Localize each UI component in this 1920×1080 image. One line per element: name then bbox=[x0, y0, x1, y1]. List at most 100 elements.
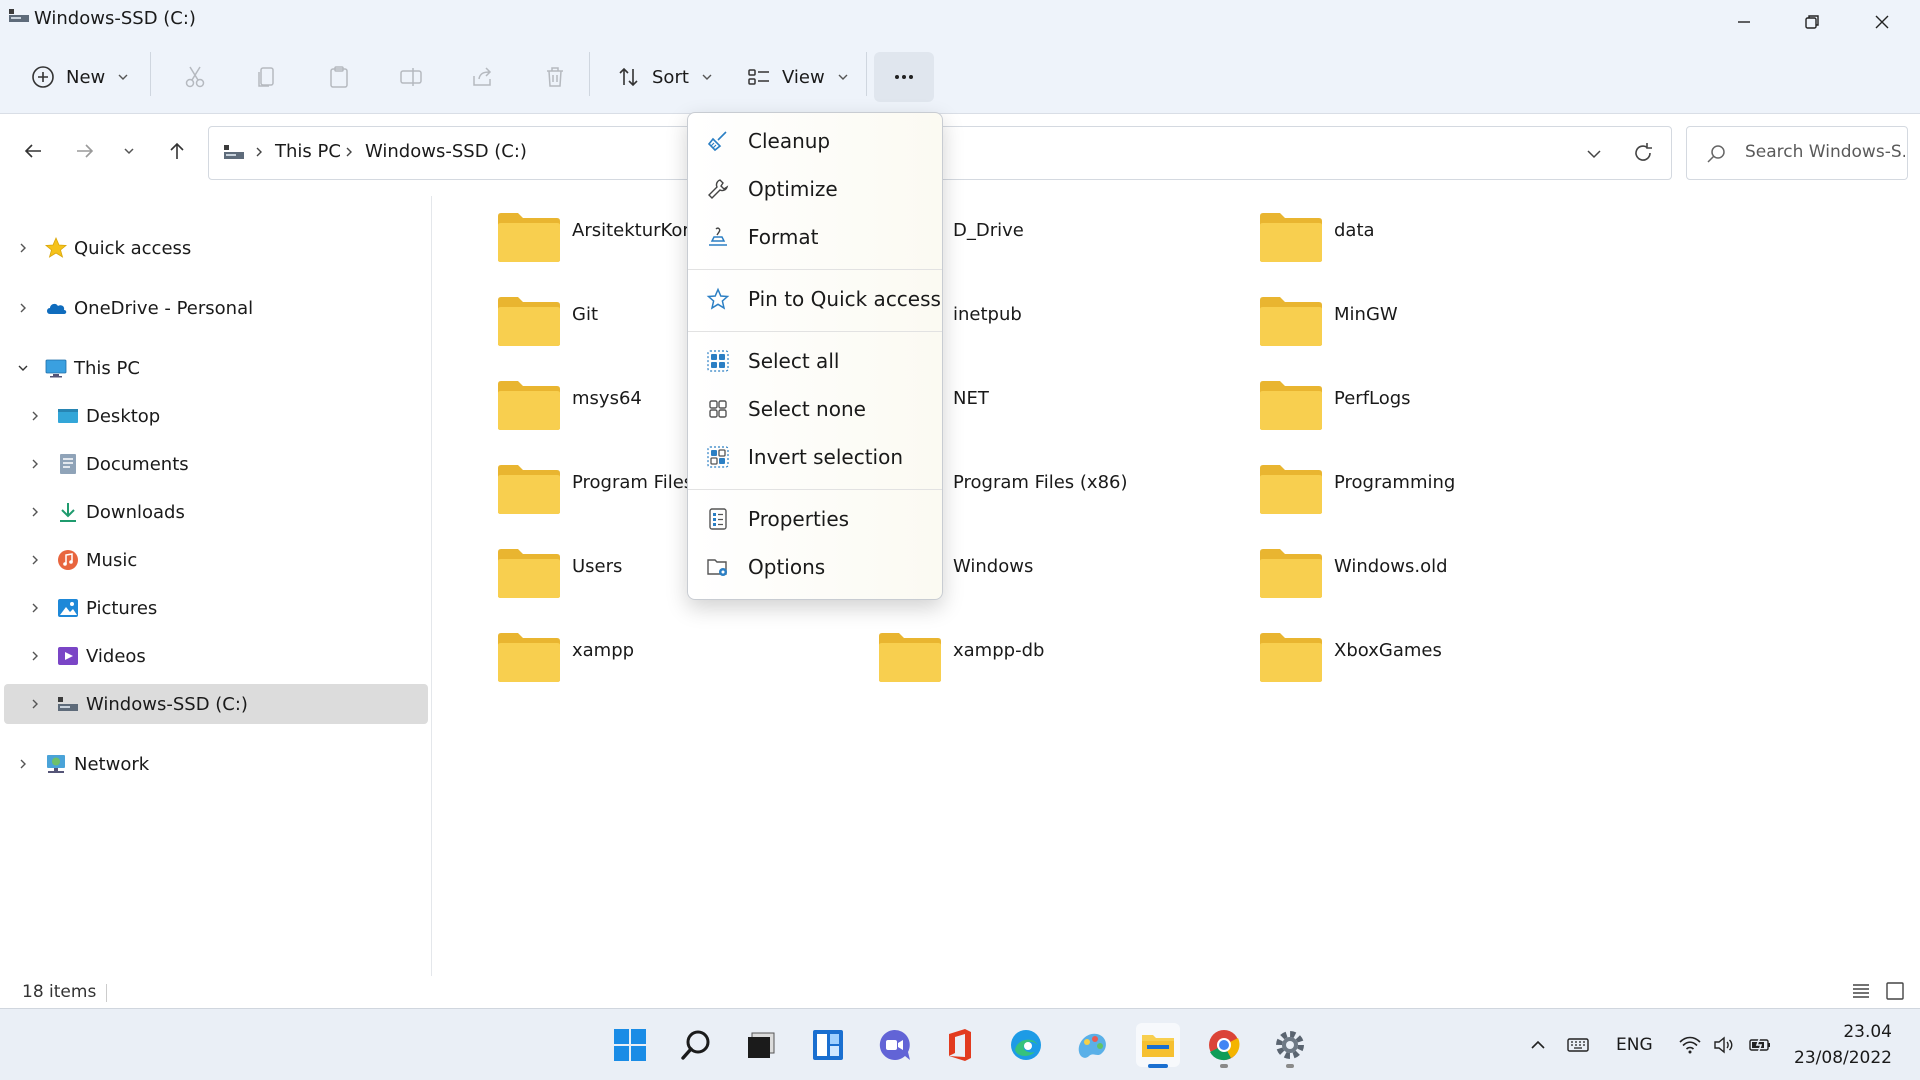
edge-button[interactable] bbox=[1004, 1023, 1048, 1067]
sidebar-item-desktop[interactable]: Desktop bbox=[4, 396, 428, 436]
chevron-down-icon[interactable] bbox=[1583, 143, 1605, 165]
menu-item-properties[interactable]: Properties bbox=[692, 497, 938, 541]
office-button[interactable] bbox=[938, 1023, 982, 1067]
menu-item-invert-selection[interactable]: Invert selection bbox=[692, 435, 938, 479]
close-button[interactable] bbox=[1848, 0, 1916, 44]
new-button[interactable]: New bbox=[22, 52, 137, 102]
chevron-right-icon[interactable] bbox=[16, 757, 30, 771]
close-icon bbox=[1875, 15, 1889, 29]
chevron-right-icon[interactable] bbox=[28, 505, 42, 519]
forward-button[interactable] bbox=[70, 136, 100, 166]
command-bar: New bbox=[0, 40, 1920, 114]
restore-button[interactable] bbox=[1778, 0, 1846, 44]
gear-icon bbox=[1276, 1031, 1304, 1059]
chevron-right-icon[interactable] bbox=[16, 301, 30, 315]
recent-locations-button[interactable] bbox=[114, 136, 144, 166]
menu-item-select-all[interactable]: Select all bbox=[692, 339, 938, 383]
chevron-up-icon bbox=[1531, 1040, 1545, 1049]
volume-status[interactable] bbox=[1712, 1031, 1736, 1059]
folder-item[interactable]: data bbox=[1258, 202, 1618, 272]
sidebar-item-quick-access[interactable]: Quick access bbox=[4, 228, 428, 268]
view-icon bbox=[748, 69, 769, 85]
back-button[interactable] bbox=[18, 136, 48, 166]
see-more-button[interactable] bbox=[874, 52, 934, 102]
touch-keyboard-button[interactable] bbox=[1566, 1031, 1590, 1059]
copy-button[interactable] bbox=[246, 52, 288, 102]
sidebar-item-this-pc[interactable]: This PC bbox=[4, 348, 428, 388]
restore-icon bbox=[1805, 15, 1819, 29]
new-label: New bbox=[66, 66, 106, 88]
folder-name: Git bbox=[572, 304, 599, 325]
folder-item[interactable]: MinGW bbox=[1258, 286, 1618, 356]
breadcrumb-this-pc[interactable]: This PC bbox=[275, 141, 341, 162]
chevron-right-icon[interactable] bbox=[28, 409, 42, 423]
documents-icon bbox=[60, 454, 76, 474]
chevron-right-icon[interactable] bbox=[28, 601, 42, 615]
sidebar-item-onedrive[interactable]: OneDrive - Personal bbox=[4, 288, 428, 328]
share-button[interactable] bbox=[462, 52, 504, 102]
status-divider bbox=[106, 984, 107, 1002]
menu-item-optimize[interactable]: Optimize bbox=[692, 167, 938, 211]
folder-item[interactable]: PerfLogs bbox=[1258, 370, 1618, 440]
videos-icon bbox=[58, 647, 78, 665]
folder-item[interactable]: xampp-db bbox=[877, 622, 1237, 692]
large-icons-view-icon[interactable] bbox=[1884, 980, 1906, 1002]
folder-item[interactable]: Programming bbox=[1258, 454, 1618, 524]
photos-button[interactable] bbox=[1070, 1023, 1114, 1067]
menu-item-cleanup[interactable]: Cleanup bbox=[692, 119, 938, 163]
folder-item[interactable]: xampp bbox=[496, 622, 856, 692]
start-button[interactable] bbox=[608, 1023, 652, 1067]
file-explorer-button[interactable] bbox=[1136, 1023, 1180, 1067]
language-indicator[interactable]: ENG bbox=[1616, 1031, 1653, 1059]
chevron-right-icon[interactable] bbox=[28, 457, 42, 471]
search-icon bbox=[1707, 145, 1725, 163]
sidebar-item-label: OneDrive - Personal bbox=[74, 297, 254, 319]
show-hidden-icons-button[interactable] bbox=[1526, 1031, 1550, 1059]
details-view-icon[interactable] bbox=[1850, 980, 1872, 1002]
settings-button[interactable] bbox=[1268, 1023, 1312, 1067]
menu-item-options[interactable]: Options bbox=[692, 545, 938, 589]
rename-button[interactable] bbox=[390, 52, 432, 102]
up-button[interactable] bbox=[162, 136, 192, 166]
clock[interactable]: 23.04 23/08/2022 bbox=[1794, 1019, 1892, 1071]
chevron-right-icon[interactable] bbox=[28, 649, 42, 663]
menu-item-format[interactable]: Format bbox=[692, 215, 938, 259]
sidebar-item-network[interactable]: Network bbox=[4, 744, 428, 784]
chrome-button[interactable] bbox=[1202, 1023, 1246, 1067]
sidebar-item-downloads[interactable]: Downloads bbox=[4, 492, 428, 532]
chevron-right-icon[interactable] bbox=[28, 697, 42, 711]
menu-item-pin-to-quick-access[interactable]: Pin to Quick access bbox=[692, 277, 941, 321]
menu-divider bbox=[688, 331, 942, 332]
breadcrumb-drive[interactable]: Windows-SSD (C:) bbox=[365, 141, 527, 162]
sidebar-item-music[interactable]: Music bbox=[4, 540, 428, 580]
sidebar-item-documents[interactable]: Documents bbox=[4, 444, 428, 484]
sidebar-item-windows-ssd[interactable]: Windows-SSD (C:) bbox=[4, 684, 428, 724]
sidebar-item-pictures[interactable]: Pictures bbox=[4, 588, 428, 628]
widgets-button[interactable] bbox=[806, 1023, 850, 1067]
folder-name: Users bbox=[572, 556, 623, 577]
delete-button[interactable] bbox=[534, 52, 576, 102]
arrow-left-icon bbox=[24, 144, 41, 158]
running-app-indicator bbox=[1220, 1064, 1228, 1068]
menu-item-select-none[interactable]: Select none bbox=[692, 387, 938, 431]
battery-status[interactable] bbox=[1748, 1031, 1772, 1059]
chevron-right-icon[interactable] bbox=[16, 241, 30, 255]
paste-button[interactable] bbox=[318, 52, 360, 102]
search-input[interactable]: Search Windows-S... bbox=[1686, 126, 1908, 180]
sort-button[interactable]: Sort bbox=[608, 52, 721, 102]
chevron-down-icon[interactable] bbox=[16, 361, 30, 375]
chat-button[interactable] bbox=[872, 1023, 916, 1067]
folder-icon bbox=[498, 381, 560, 430]
chevron-down-icon bbox=[702, 74, 712, 80]
cut-button[interactable] bbox=[174, 52, 216, 102]
wifi-status[interactable] bbox=[1678, 1031, 1702, 1059]
refresh-icon[interactable] bbox=[1631, 141, 1655, 165]
chevron-right-icon[interactable] bbox=[28, 553, 42, 567]
sidebar-item-videos[interactable]: Videos bbox=[4, 636, 428, 676]
task-view-button[interactable] bbox=[740, 1023, 784, 1067]
search-button[interactable] bbox=[674, 1023, 718, 1067]
folder-item[interactable]: Windows.old bbox=[1258, 538, 1618, 608]
folder-item[interactable]: XboxGames bbox=[1258, 622, 1618, 692]
view-button[interactable]: View bbox=[738, 52, 857, 102]
minimize-button[interactable] bbox=[1710, 0, 1778, 44]
